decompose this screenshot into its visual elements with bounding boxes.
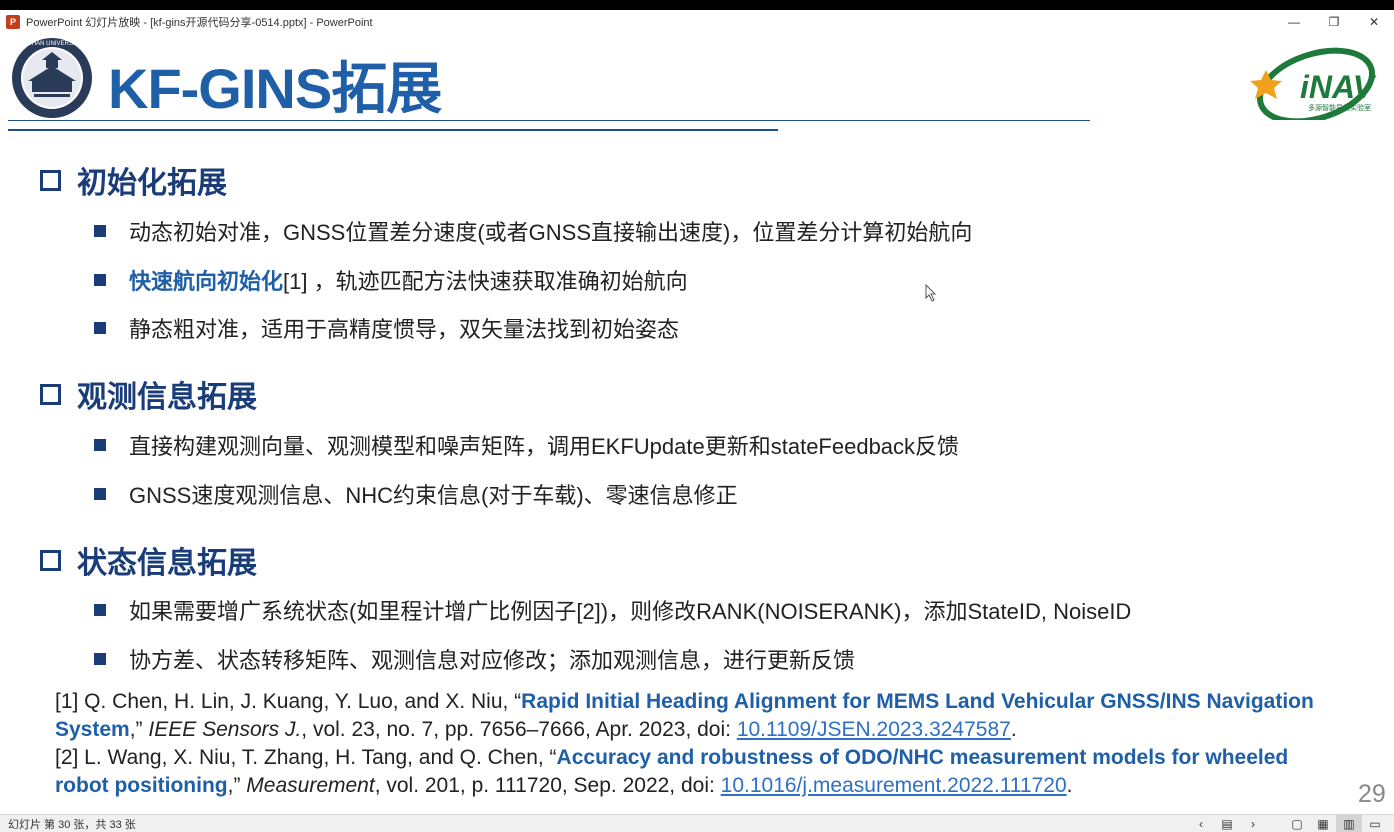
section-heading-text: 状态信息拓展 <box>77 547 257 580</box>
window-title: PowerPoint 幻灯片放映 - [kf-gins开源代码分享-0514.p… <box>26 17 373 29</box>
bullet-item: 静态粗对准，适用于高精度惯导，双矢量法找到初始姿态 <box>94 312 679 344</box>
bullet-rest: [1] ，轨迹匹配方法快速获取准确初始航向 <box>283 269 688 294</box>
ref-prefix: [1] Q. Chen, H. Lin, J. Kuang, Y. Luo, a… <box>55 690 522 713</box>
ref-mid: ,” <box>227 774 247 797</box>
bullet-square-icon <box>94 322 106 334</box>
ref-details: , vol. 201, p. 111720, Sep. 2022, doi: <box>374 774 721 797</box>
ref-details: , vol. 23, no. 7, pp. 7656–7666, Apr. 20… <box>301 718 737 741</box>
bullet-text: GNSS速度观测信息、NHC约束信息(对于车载)、零速信息修正 <box>129 483 738 508</box>
window-controls: — ❐ ✕ <box>1274 10 1394 34</box>
section-heading-observation: 观测信息拓展 <box>40 372 257 416</box>
bullet-text: 如果需要增广系统状态(如里程计增广比例因子[2])，则修改RANK(NOISER… <box>129 599 1132 624</box>
bullet-item: 直接构建观测向量、观测模型和噪声矩阵，调用EKFUpdate更新和stateFe… <box>94 429 959 461</box>
bullet-square-icon <box>94 439 106 451</box>
section-heading-state: 状态信息拓展 <box>40 538 257 582</box>
slide-title: KF-GINS拓展 <box>108 57 442 120</box>
slide-canvas[interactable]: WUHAN UNIVERSITY KF-GINS拓展 iNAV 多源智能导航实验… <box>0 34 1394 814</box>
section-box-icon <box>40 169 61 191</box>
ref-doi-link[interactable]: 10.1016/j.measurement.2022.111720 <box>721 774 1067 797</box>
title-divider-thick <box>8 129 778 131</box>
bullet-highlight: 快速航向初始化 <box>129 269 284 294</box>
bullet-text: 快速航向初始化[1] ，轨迹匹配方法快速获取准确初始航向 <box>129 264 688 296</box>
bullet-item: 协方差、状态转移矩阵、观测信息对应修改；添加观测信息，进行更新反馈 <box>94 643 855 675</box>
ref-mid: ,” <box>129 718 149 741</box>
section-heading-init: 初始化拓展 <box>40 158 227 202</box>
bullet-text: 直接构建观测向量、观测模型和噪声矩阵，调用EKFUpdate更新和stateFe… <box>129 434 960 459</box>
slide-menu-icon[interactable]: ▤ <box>1214 815 1240 832</box>
bullet-text: 静态粗对准，适用于高精度惯导，双矢量法找到初始姿态 <box>129 317 680 342</box>
bullet-item: GNSS速度观测信息、NHC约束信息(对于车载)、零速信息修正 <box>94 478 738 510</box>
close-button[interactable]: ✕ <box>1354 10 1394 34</box>
logo-caption: WUHAN UNIVERSITY <box>22 41 82 47</box>
powerpoint-app-icon: P <box>6 15 20 29</box>
inav-logo-subtitle: 多源智能导航实验室 <box>1308 103 1371 112</box>
mouse-cursor-icon <box>925 284 937 302</box>
inav-lab-logo: iNAV 多源智能导航实验室 <box>1250 47 1377 120</box>
bullet-square-icon <box>94 488 106 500</box>
ref-journal: IEEE Sensors J. <box>148 718 302 741</box>
ref-end: . <box>1010 718 1017 741</box>
section-heading-text: 初始化拓展 <box>77 167 227 200</box>
title-divider-thin <box>8 120 1090 121</box>
university-seal-logo: WUHAN UNIVERSITY <box>12 38 92 118</box>
slide-page-number: 29 <box>1358 780 1386 808</box>
section-box-icon <box>40 383 61 405</box>
restore-button[interactable]: ❐ <box>1314 10 1354 34</box>
minimize-button[interactable]: — <box>1274 10 1314 34</box>
bullet-square-icon <box>94 604 106 616</box>
status-controls: ‹ ▤ › ▢ ▦ ▥ ▭ <box>1188 815 1388 832</box>
ref-journal: Measurement <box>246 774 375 797</box>
section-box-icon <box>40 549 61 571</box>
slideshow-icon[interactable]: ▭ <box>1362 815 1388 832</box>
bullet-item: 动态初始对准，GNSS位置差分速度(或者GNSS直接输出速度)，位置差分计算初始… <box>94 215 972 247</box>
bullet-square-icon <box>94 274 106 286</box>
ref-prefix: [2] L. Wang, X. Niu, T. Zhang, H. Tang, … <box>55 746 557 769</box>
bullet-text: 动态初始对准，GNSS位置差分速度(或者GNSS直接输出速度)，位置差分计算初始… <box>129 220 973 245</box>
bullet-square-icon <box>94 225 106 237</box>
inav-logo-text: iNAV <box>1300 69 1377 105</box>
reference-2: [2] L. Wang, X. Niu, T. Zhang, H. Tang, … <box>55 744 1345 800</box>
references: [1] Q. Chen, H. Lin, J. Kuang, Y. Luo, a… <box>55 688 1345 800</box>
bullet-text: 协方差、状态转移矩阵、观测信息对应修改；添加观测信息，进行更新反馈 <box>129 648 856 673</box>
slide-counter: 幻灯片 第 30 张，共 33 张 <box>8 818 136 831</box>
top-black-strip <box>0 0 1394 10</box>
normal-view-icon[interactable]: ▢ <box>1284 815 1310 832</box>
section-heading-text: 观测信息拓展 <box>77 381 257 414</box>
reference-1: [1] Q. Chen, H. Lin, J. Kuang, Y. Luo, a… <box>55 688 1345 744</box>
previous-slide-icon[interactable]: ‹ <box>1188 815 1214 832</box>
next-slide-icon[interactable]: › <box>1240 815 1266 832</box>
bullet-item: 快速航向初始化[1] ，轨迹匹配方法快速获取准确初始航向 <box>94 264 688 296</box>
slide-sorter-icon[interactable]: ▦ <box>1310 815 1336 832</box>
ref-doi-link[interactable]: 10.1109/JSEN.2023.3247587 <box>737 718 1011 741</box>
ref-end: . <box>1066 774 1073 797</box>
bullet-item: 如果需要增广系统状态(如里程计增广比例因子[2])，则修改RANK(NOISER… <box>94 594 1131 626</box>
reading-view-icon[interactable]: ▥ <box>1336 815 1362 832</box>
bullet-square-icon <box>94 653 106 665</box>
status-bar: 幻灯片 第 30 张，共 33 张 ‹ ▤ › ▢ ▦ ▥ ▭ <box>0 814 1394 832</box>
window-titlebar: P PowerPoint 幻灯片放映 - [kf-gins开源代码分享-0514… <box>0 10 1394 34</box>
